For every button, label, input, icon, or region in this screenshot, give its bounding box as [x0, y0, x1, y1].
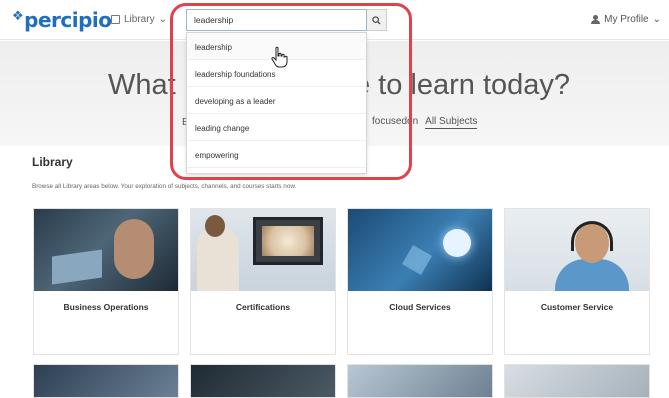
- certifications-image: [191, 209, 335, 291]
- head-shape: [205, 215, 225, 237]
- search-input[interactable]: leadership: [186, 9, 367, 31]
- chevron-down-icon: ⌄: [158, 14, 167, 25]
- tablet-shape: [52, 249, 102, 285]
- hero-link-focusedon[interactable]: focusedon: [372, 116, 418, 129]
- hexagon-shape: [401, 244, 433, 276]
- logo-mark-icon: ❖: [12, 8, 24, 24]
- library-card-customer-service[interactable]: Customer Service: [504, 208, 650, 355]
- cloud-services-image: [348, 209, 492, 291]
- monitor-shape: [253, 217, 323, 265]
- library-menu[interactable]: Library ⌄: [111, 14, 167, 25]
- profile-menu[interactable]: My Profile ⌄: [591, 14, 661, 25]
- hand-pointer-icon: [271, 46, 288, 68]
- card-label: Business Operations: [63, 302, 149, 312]
- suggestion-item[interactable]: developing as a leader: [187, 87, 366, 114]
- search-icon: [372, 15, 381, 25]
- cloud-icon: [443, 229, 471, 257]
- suggestion-item[interactable]: empowering: [187, 141, 366, 168]
- card-label: Customer Service: [540, 302, 614, 312]
- library-card-row2-3[interactable]: [347, 364, 493, 398]
- body-shape: [555, 259, 629, 291]
- hero-question-end: e to learn today?: [354, 69, 571, 101]
- search-button[interactable]: [367, 9, 387, 31]
- hand-shape: [114, 219, 154, 279]
- logo-text: percipio: [24, 8, 112, 32]
- chevron-down-icon: ⌄: [652, 14, 661, 25]
- profile-label: My Profile: [604, 14, 649, 25]
- library-title: Library: [32, 155, 73, 169]
- library-card-row2-2[interactable]: [190, 364, 336, 398]
- library-card-row2-4[interactable]: [504, 364, 650, 398]
- customer-service-image: [505, 209, 649, 291]
- person-shape: [197, 227, 239, 291]
- user-icon: [591, 15, 601, 24]
- library-card-cloud-services[interactable]: Cloud Services: [347, 208, 493, 355]
- card-label: Cloud Services: [389, 302, 451, 312]
- business-operations-image: [34, 209, 178, 291]
- suggestion-item[interactable]: leading change: [187, 114, 366, 141]
- headset-icon: [571, 221, 613, 251]
- percipio-logo[interactable]: ❖ percipio: [12, 8, 112, 32]
- hero-links: focusedon All Subjects: [372, 116, 478, 129]
- hero-question-start: What: [108, 69, 176, 101]
- library-card-business-operations[interactable]: Business Operations: [33, 208, 179, 355]
- library-menu-label: Library: [124, 14, 155, 25]
- card-label: Certifications: [235, 302, 291, 312]
- library-description: Browse all Library areas below. Your exp…: [32, 183, 297, 190]
- hero-link-all-subjects[interactable]: All Subjects: [425, 116, 478, 129]
- book-icon: [111, 15, 120, 24]
- library-card-row2-1[interactable]: [33, 364, 179, 398]
- library-card-certifications[interactable]: Certifications: [190, 208, 336, 355]
